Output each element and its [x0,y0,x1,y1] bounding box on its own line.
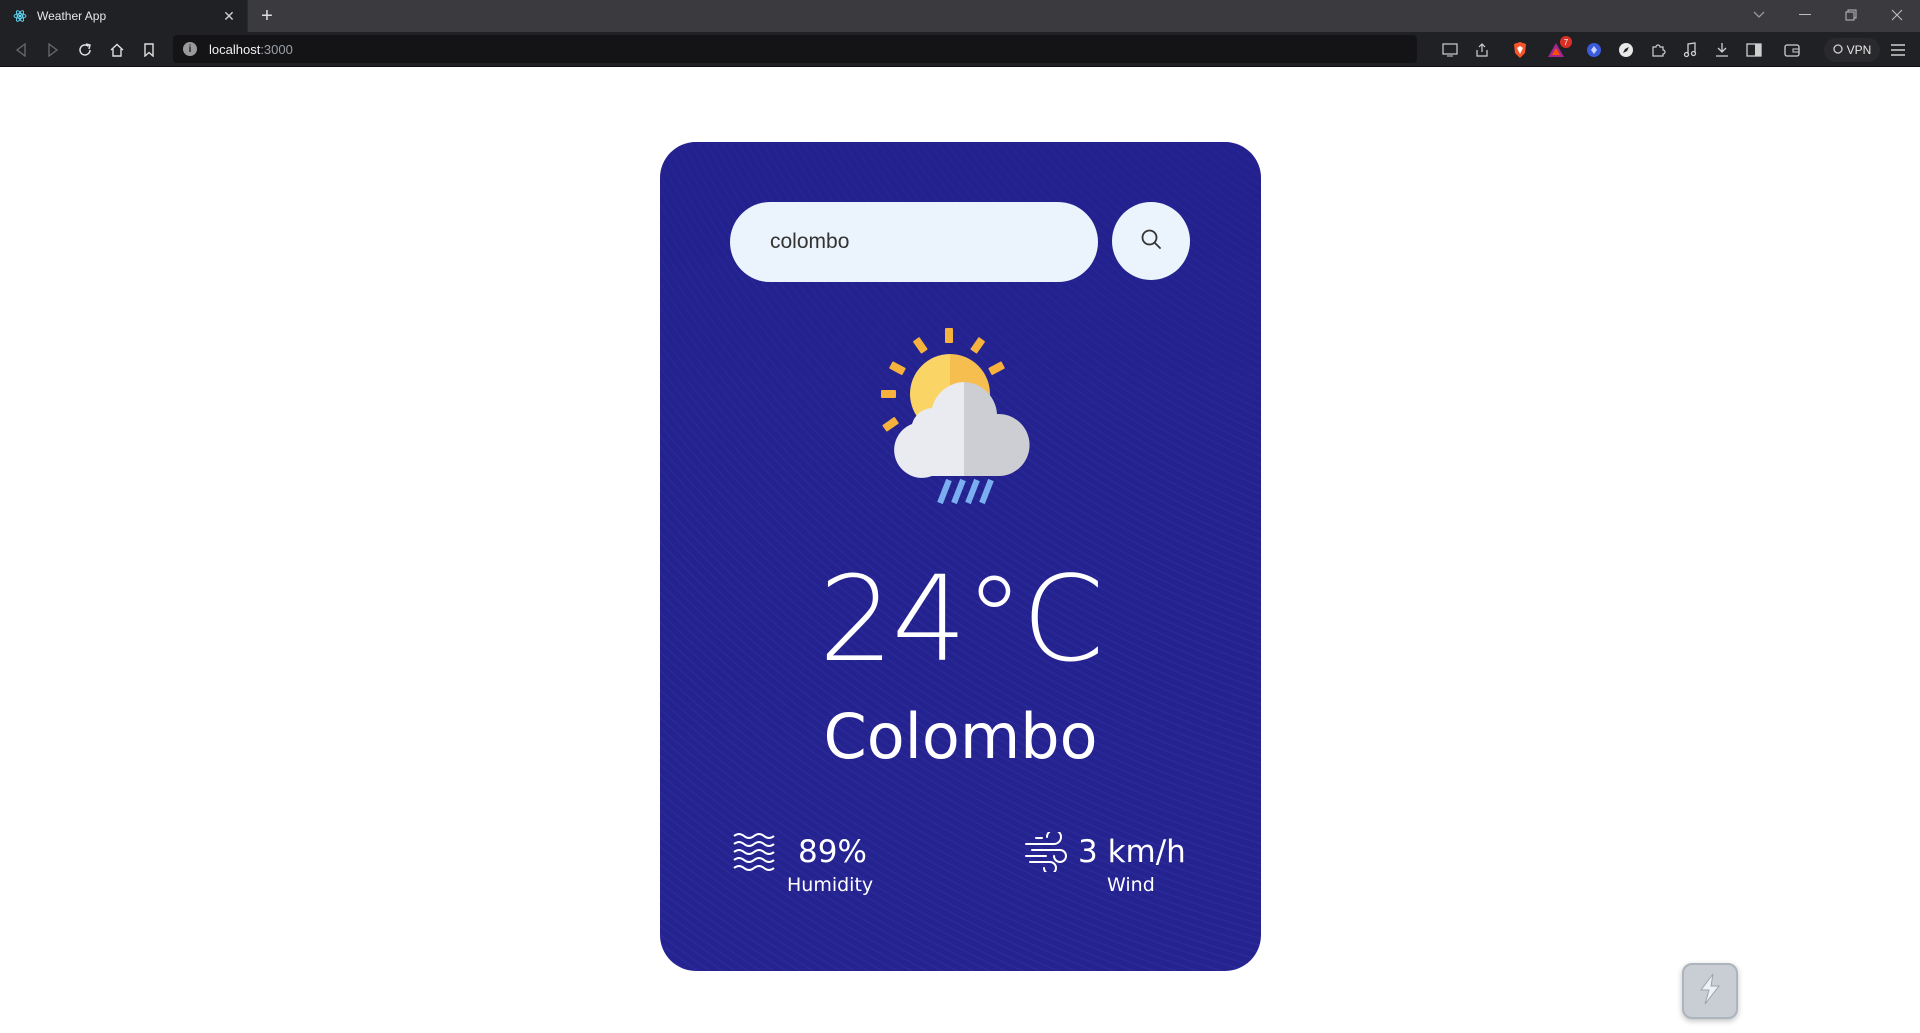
humidity-value: 89% [798,834,867,870]
sidebar-toggle-icon[interactable] [1744,40,1764,60]
wallet-icon[interactable] [1782,40,1802,60]
bookmark-icon[interactable] [137,38,161,62]
extension-compass-icon[interactable] [1616,40,1636,60]
weather-card: 24°C Colombo 89% Humidity 3 km/h [660,142,1261,971]
url-host: localhost [209,41,261,57]
city-name: Colombo [823,700,1098,773]
url-port: :3000 [260,41,293,57]
browser-toolbar: i localhost:3000 7 VPN [0,32,1920,67]
temperature-value: 24°C [818,550,1105,688]
vpn-label: VPN [1846,43,1872,57]
city-search-input[interactable] [730,202,1098,282]
downloads-icon[interactable] [1712,40,1732,60]
cast-icon[interactable] [1440,40,1460,60]
tab-search-chevron-icon[interactable] [1736,0,1782,30]
browser-tab-bar: Weather App ✕ + [0,0,1920,32]
wind-value: 3 km/h [1078,834,1186,870]
minimize-icon[interactable] [1782,0,1828,30]
address-bar[interactable]: i localhost:3000 [173,35,1417,63]
extensions-puzzle-icon[interactable] [1648,40,1668,60]
home-icon[interactable] [105,38,129,62]
humidity-label: Humidity [787,874,874,896]
humidity-waves-icon [733,832,775,876]
react-logo-icon [12,8,28,24]
back-icon[interactable] [9,38,33,62]
search-button[interactable] [1112,202,1190,280]
vpn-status-icon [1833,43,1843,57]
new-tab-button[interactable]: + [255,4,279,28]
share-icon[interactable] [1472,40,1492,60]
vpn-button[interactable]: VPN [1824,38,1880,62]
brave-rewards-icon[interactable]: 7 [1546,36,1572,60]
rewards-badge: 7 [1560,36,1572,48]
floating-widget-button[interactable] [1682,963,1738,1019]
wind-label: Wind [1107,874,1155,896]
media-music-icon[interactable] [1680,40,1700,60]
reload-icon[interactable] [73,38,97,62]
site-info-icon[interactable]: i [183,42,197,56]
wind-icon [1024,829,1068,876]
lightning-icon [1695,972,1725,1011]
extension-ai-icon[interactable] [1584,40,1604,60]
browser-tab[interactable]: Weather App ✕ [0,0,248,32]
search-icon [1140,228,1162,255]
close-tab-icon[interactable]: ✕ [219,6,239,26]
sun-cloud-rain-icon [872,328,1032,508]
menu-hamburger-icon[interactable] [1888,40,1908,60]
close-window-icon[interactable] [1874,0,1920,30]
forward-icon[interactable] [41,38,65,62]
restore-icon[interactable] [1828,0,1874,30]
brave-shields-icon[interactable] [1510,40,1530,60]
tab-title: Weather App [37,9,107,23]
